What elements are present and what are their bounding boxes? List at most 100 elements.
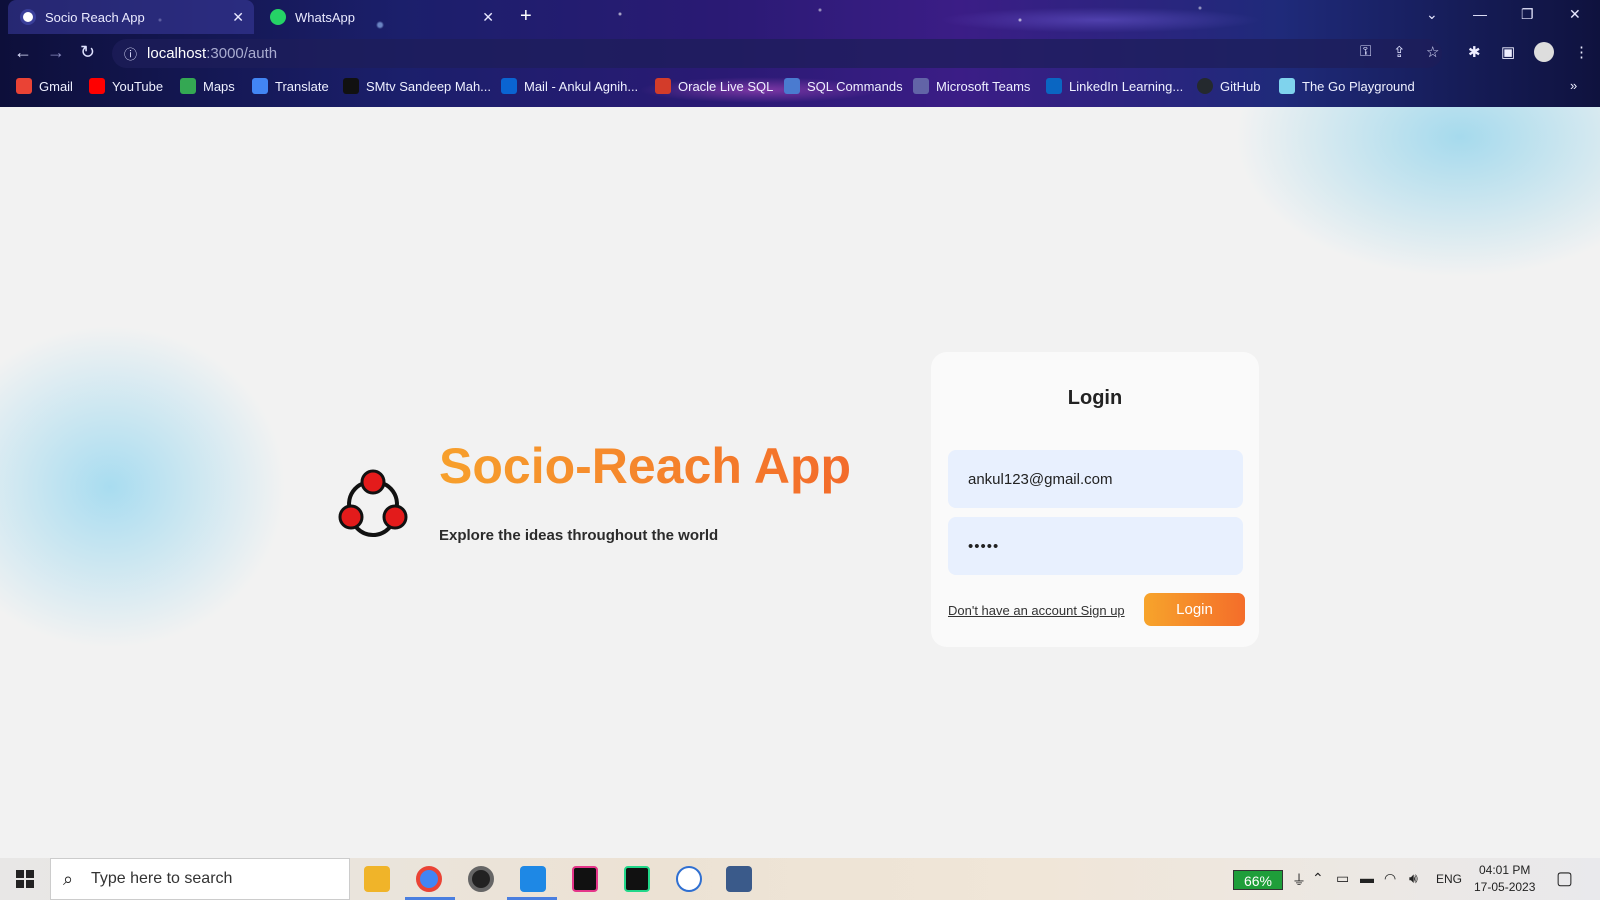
tab-whatsapp[interactable]: WhatsApp ✕ (258, 0, 504, 34)
chrome-icon[interactable] (416, 866, 442, 892)
maps-icon (180, 78, 196, 94)
bookmark-translate[interactable]: Translate (252, 78, 329, 94)
bookmark-label: Maps (203, 78, 235, 94)
pycharm-icon[interactable] (624, 866, 650, 892)
close-window-button[interactable]: ✕ (1569, 6, 1581, 23)
reload-button[interactable]: ↻ (80, 42, 95, 63)
language-indicator[interactable]: ENG (1436, 872, 1462, 886)
url-path: :3000/auth (206, 45, 278, 62)
search-icon: ⌕ (63, 869, 74, 889)
virtualbox-icon[interactable] (726, 866, 752, 892)
profile-avatar[interactable] (1534, 42, 1554, 62)
menu-icon[interactable]: ⋮ (1574, 43, 1589, 61)
bookmark-label: GitHub (1220, 78, 1261, 94)
bookmark-smtv[interactable]: SMtv Sandeep Mah... (343, 78, 491, 94)
auth-page: Socio-Reach App Explore the ideas throug… (0, 107, 1600, 858)
signup-link[interactable]: Don't have an account Sign up (948, 603, 1125, 618)
oracle-icon (655, 78, 671, 94)
login-card: Login Don't have an account Sign up Logi… (931, 352, 1259, 647)
bookmark-youtube[interactable]: YouTube (89, 78, 163, 94)
minimize-button[interactable]: — (1473, 6, 1487, 22)
bookmark-teams[interactable]: Microsoft Teams (913, 78, 1030, 94)
more-bookmarks-button[interactable]: » (1570, 78, 1577, 93)
bookmark-label: Microsoft Teams (936, 78, 1031, 94)
bookmark-label: Gmail (39, 78, 73, 94)
restore-button[interactable]: ❐ (1521, 6, 1534, 23)
close-icon[interactable]: ✕ (232, 9, 244, 26)
bookmark-outlook[interactable]: Mail - Ankul Agnih... (501, 78, 638, 94)
clock-date: 17-05-2023 (1474, 880, 1536, 894)
app-tagline: Explore the ideas throughout the world (439, 527, 719, 544)
outlook-icon (501, 78, 517, 94)
bookmark-oracle[interactable]: Oracle Live SQL (655, 78, 773, 94)
browser-chrome: Socio Reach App ✕ WhatsApp ✕ + ⌄ — ❐ ✕ ←… (0, 0, 1600, 107)
sql-icon (784, 78, 800, 94)
bookmark-sql-commands[interactable]: SQL Commands (784, 78, 903, 94)
login-heading: Login (1067, 387, 1123, 409)
address-bar[interactable]: ⓘ localhost:3000/auth (112, 39, 1442, 68)
forward-button[interactable]: → (47, 42, 65, 63)
app-title: Socio-Reach App (439, 438, 852, 494)
bookmark-label: Translate (275, 78, 329, 94)
search-placeholder: Type here to search (91, 870, 233, 887)
chevron-up-icon[interactable]: ⌃ (1312, 870, 1324, 887)
globe-icon (20, 9, 36, 25)
back-button[interactable]: ← (14, 42, 32, 63)
tab-title: Socio Reach App (45, 9, 145, 25)
battery-icon[interactable]: ▬ (1360, 870, 1374, 886)
bookmark-linkedin-learning[interactable]: LinkedIn Learning... (1046, 78, 1183, 94)
bookmark-github[interactable]: GitHub (1197, 78, 1260, 94)
bookmarks-bar: Gmail YouTube Maps Translate SMtv Sandee… (0, 76, 1600, 100)
wifi-icon[interactable]: ◠ (1384, 870, 1396, 887)
tab-socio-reach[interactable]: Socio Reach App ✕ (8, 0, 254, 34)
tab-search-chevron-icon[interactable]: ⌄ (1426, 6, 1438, 23)
bookmark-label: Mail - Ankul Agnih... (524, 78, 639, 94)
s-logo-icon (343, 78, 359, 94)
key-icon[interactable]: ⚿ (1360, 43, 1371, 60)
taskbar-clock[interactable]: 04:01 PM 17-05-2023 (1474, 862, 1535, 896)
notification-icon[interactable]: ▢ (1556, 868, 1573, 889)
tab-strip: Socio Reach App ✕ WhatsApp ✕ + ⌄ — ❐ ✕ (0, 0, 1600, 34)
youtube-icon (89, 78, 105, 94)
windows-taskbar: ⌕ Type here to search 66% ⏚ ⌃ ▭ ▬ ◠ 🔊︎ E… (0, 858, 1600, 900)
url-host: localhost (147, 45, 207, 62)
bookmark-gmail[interactable]: Gmail (16, 78, 73, 94)
vscode-icon[interactable] (520, 866, 546, 892)
info-icon: ⓘ (124, 47, 138, 62)
github-icon (1197, 78, 1213, 94)
bookmark-label: The Go Playground (1302, 78, 1415, 94)
file-explorer-icon[interactable] (364, 866, 390, 892)
gmail-icon (16, 78, 32, 94)
windows-start-icon[interactable] (16, 870, 34, 888)
intellij-icon[interactable] (572, 866, 598, 892)
battery-indicator: 66% (1233, 870, 1283, 890)
star-icon[interactable]: ☆ (1426, 43, 1439, 61)
bookmark-go-playground[interactable]: The Go Playground (1279, 78, 1415, 94)
bookmark-maps[interactable]: Maps (180, 78, 235, 94)
bookmark-label: SQL Commands (807, 78, 903, 94)
extensions-icon[interactable]: ✱ (1468, 43, 1481, 61)
clock-time: 04:01 PM (1479, 863, 1531, 877)
tab-title: WhatsApp (295, 9, 355, 25)
translate-icon (252, 78, 268, 94)
plug-icon[interactable]: ⏚ (1292, 870, 1306, 890)
gopher-icon (1279, 78, 1295, 94)
linkedin-icon (1046, 78, 1062, 94)
obs-icon[interactable] (468, 866, 494, 892)
new-tab-button[interactable]: + (520, 6, 532, 26)
teams-icon (913, 78, 929, 94)
volume-icon[interactable]: 🔊︎ (1409, 870, 1418, 887)
whatsapp-icon (270, 9, 286, 25)
navigation-bar: ← → ↻ ⓘ localhost:3000/auth ⚿ ⇪ ☆ ✱ ▣ ⋮ (0, 36, 1600, 72)
close-icon[interactable]: ✕ (482, 9, 494, 26)
login-button[interactable]: Login (1144, 593, 1245, 626)
bookmark-label: YouTube (112, 78, 164, 94)
taskbar-search-input[interactable]: ⌕ Type here to search (50, 858, 350, 900)
password-field[interactable] (948, 517, 1243, 575)
app-logo-icon (338, 469, 408, 537)
email-field[interactable] (948, 450, 1243, 508)
word-icon[interactable] (676, 866, 702, 892)
share-icon[interactable]: ⇪ (1393, 43, 1406, 61)
meet-now-icon[interactable]: ▭ (1336, 870, 1349, 887)
side-panel-icon[interactable]: ▣ (1501, 43, 1515, 61)
